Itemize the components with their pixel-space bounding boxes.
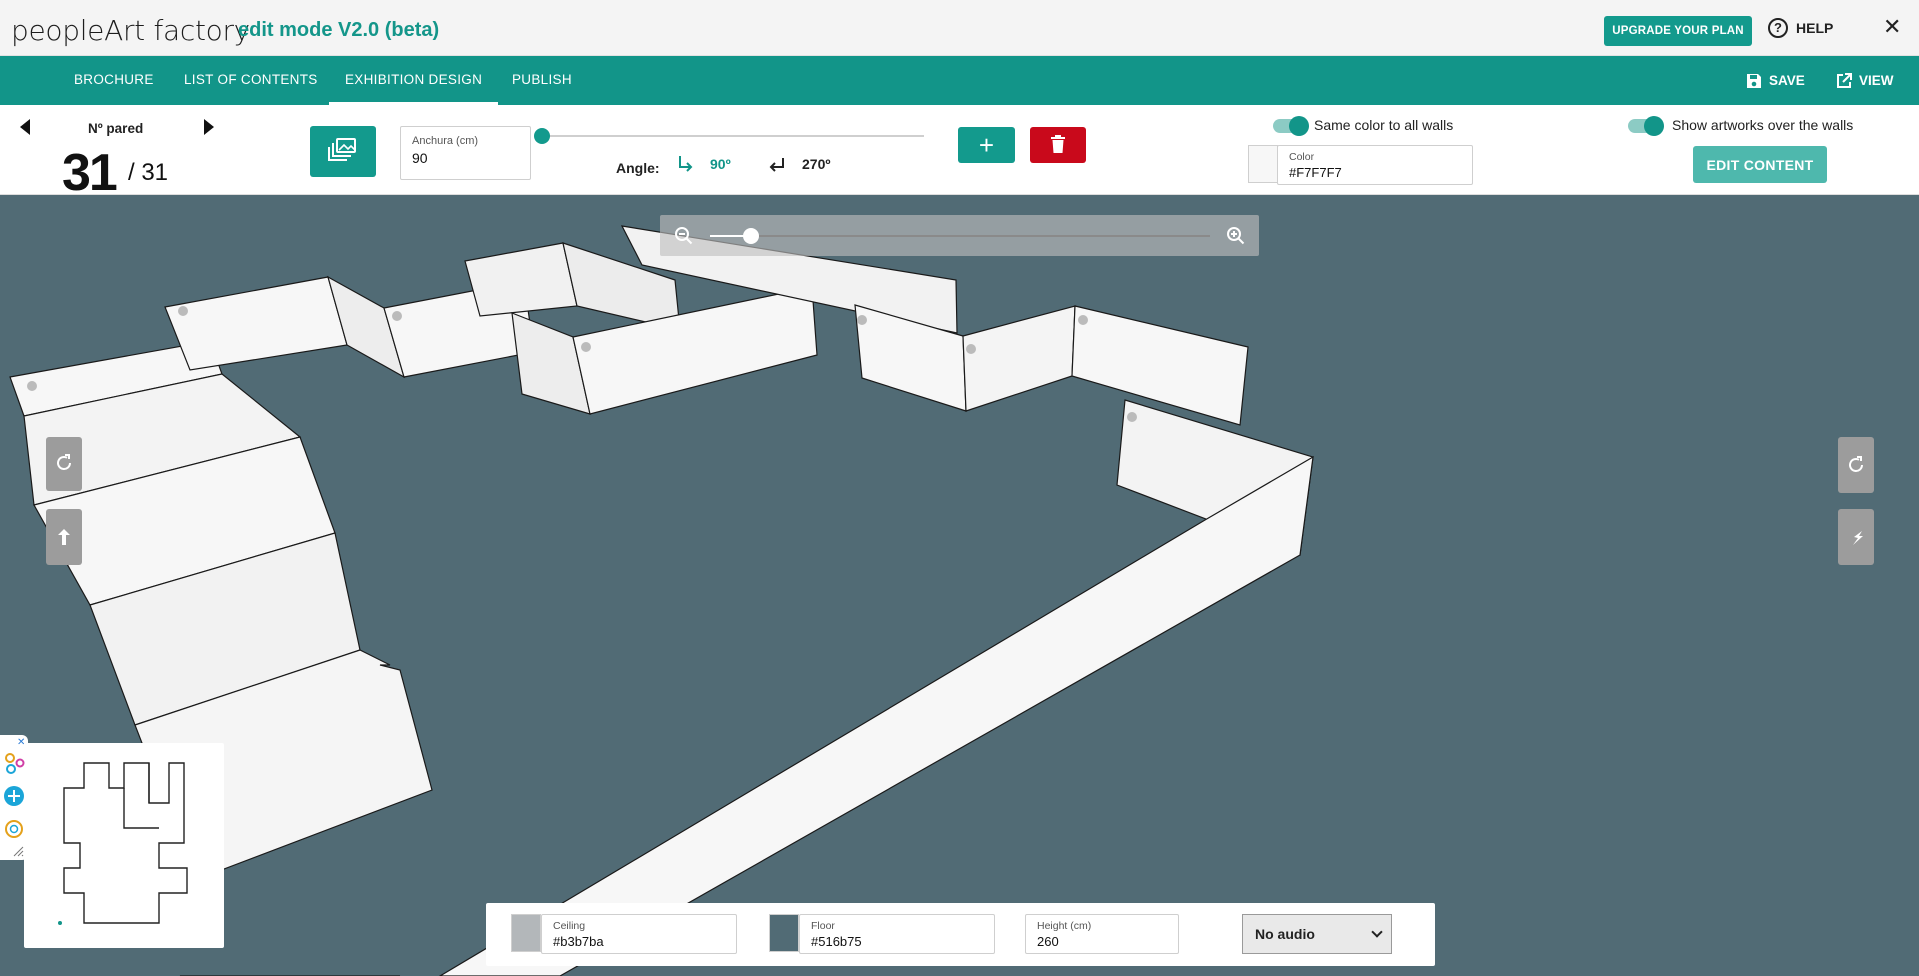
main-nav: BROCHURE LIST OF CONTENTS EXHIBITION DES… — [0, 56, 1919, 105]
floor-color-swatch[interactable] — [769, 914, 799, 952]
show-artworks-toggle[interactable] — [1628, 116, 1664, 136]
width-label: Anchura (cm) — [412, 135, 479, 147]
tab-publish[interactable]: PUBLISH — [512, 56, 572, 105]
close-icon[interactable]: ✕ — [1883, 14, 1901, 40]
palette-icon[interactable] — [4, 752, 26, 776]
angle-label: Angle: — [616, 160, 660, 176]
wall-toolbar: Nº pared 31 / 31 Anchura (cm) 90 Angle: … — [0, 105, 1919, 202]
wall-number-label: Nº pared — [88, 121, 144, 136]
minimap-tools: ✕ — [0, 735, 28, 860]
floor-value: #516b75 — [811, 934, 862, 949]
gallery-button[interactable] — [310, 126, 376, 177]
audio-selected-value: No audio — [1255, 926, 1315, 942]
ceiling-color-swatch[interactable] — [511, 914, 541, 952]
external-link-icon — [1837, 72, 1852, 88]
ceiling-value: #b3b7ba — [553, 934, 604, 949]
turn-right-arrow-icon — [679, 156, 693, 172]
turn-arrow-icon — [58, 529, 70, 545]
width-value: 90 — [412, 150, 428, 166]
turn-left-button[interactable] — [46, 509, 82, 565]
view-button[interactable]: VIEW — [1835, 56, 1894, 105]
view-label: VIEW — [1859, 73, 1894, 88]
ceiling-color-field[interactable]: Ceiling #b3b7ba — [541, 914, 737, 954]
angle-270-value: 270º — [802, 156, 831, 172]
same-color-label: Same color to all walls — [1314, 117, 1454, 133]
ceiling-label: Ceiling — [553, 920, 586, 932]
zoom-in-icon[interactable] — [1226, 226, 1246, 246]
help-button[interactable]: ? HELP — [1768, 18, 1833, 38]
wall-color-value: #F7F7F7 — [1289, 165, 1342, 180]
height-value: 260 — [1037, 934, 1059, 949]
rotate-icon — [57, 454, 71, 470]
tab-exhibition-design[interactable]: EXHIBITION DESIGN — [329, 56, 499, 105]
exhibition-3d-view[interactable] — [0, 195, 1919, 976]
height-label: Height (cm) — [1037, 920, 1092, 932]
zoom-slider-knob[interactable] — [743, 228, 759, 244]
resize-handle-icon[interactable] — [12, 845, 24, 857]
tab-list-of-contents[interactable]: LIST OF CONTENTS — [184, 56, 318, 105]
same-color-toggle[interactable] — [1273, 116, 1309, 136]
tab-brochure[interactable]: BROCHURE — [74, 56, 154, 105]
rotate-icon — [1849, 456, 1863, 472]
rotate-right-button[interactable] — [1838, 437, 1874, 493]
edit-mode-title: edit mode V2.0 (beta) — [238, 19, 440, 41]
add-wall-button[interactable]: + — [958, 127, 1015, 163]
brand-logo: peopleArt factory — [11, 14, 250, 47]
width-slider-knob[interactable] — [534, 128, 550, 144]
floor-plan-minimap[interactable] — [24, 743, 224, 948]
delete-wall-button[interactable] — [1030, 127, 1086, 163]
wall-color-swatch[interactable] — [1248, 145, 1278, 183]
turn-left-arrow-icon — [769, 158, 784, 172]
help-icon: ? — [1768, 18, 1788, 38]
width-field[interactable]: Anchura (cm) 90 — [400, 126, 531, 180]
save-icon — [1747, 73, 1761, 88]
help-label: HELP — [1796, 20, 1834, 36]
turn-arrow-icon — [1853, 531, 1863, 545]
edit-content-button[interactable]: EDIT CONTENT — [1693, 146, 1827, 183]
save-button[interactable]: SAVE — [1745, 56, 1805, 105]
wall-total: / 31 — [128, 159, 169, 186]
rotate-left-button[interactable] — [46, 437, 82, 491]
width-slider-track[interactable] — [542, 135, 924, 137]
wall-color-label: Color — [1289, 151, 1315, 163]
floor-plan-outline — [58, 762, 188, 925]
height-field[interactable]: Height (cm) 260 — [1025, 914, 1179, 954]
zoom-slider-track[interactable] — [710, 235, 1210, 237]
lightbulb-icon[interactable] — [4, 819, 24, 839]
angle-270-option[interactable]: 270º — [768, 155, 830, 173]
show-artworks-label: Show artworks over the walls — [1672, 117, 1854, 133]
audio-select[interactable]: No audio — [1242, 914, 1392, 954]
turn-right-button[interactable] — [1838, 509, 1874, 565]
trash-icon — [1051, 134, 1065, 153]
gallery-icon — [328, 138, 356, 161]
current-wall-number: 31 — [62, 144, 118, 202]
floor-color-field[interactable]: Floor #516b75 — [799, 914, 995, 954]
wall-color-field[interactable]: Color #F7F7F7 — [1277, 145, 1473, 185]
minimap-close-icon[interactable]: ✕ — [17, 737, 25, 748]
next-wall-arrow-icon[interactable] — [204, 119, 214, 135]
top-bar: peopleArt factory edit mode V2.0 (beta) … — [0, 0, 1919, 56]
upgrade-plan-button[interactable]: UPGRADE YOUR PLAN — [1604, 16, 1752, 46]
add-circle-icon[interactable] — [3, 785, 25, 807]
floor-label: Floor — [811, 920, 835, 932]
zoom-bar — [660, 215, 1259, 256]
angle-90-value: 90º — [710, 156, 731, 172]
save-label: SAVE — [1769, 73, 1805, 88]
zoom-out-icon[interactable] — [674, 226, 694, 246]
chevron-down-icon — [1371, 926, 1383, 938]
angle-90-option[interactable]: 90º — [676, 155, 731, 173]
previous-wall-arrow-icon[interactable] — [20, 119, 30, 135]
